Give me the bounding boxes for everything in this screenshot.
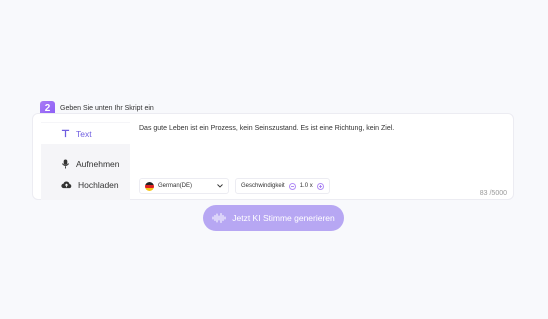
- de-flag-icon: [145, 181, 154, 191]
- tab-record[interactable]: Aufnehmen: [41, 153, 130, 174]
- language-value: German(DE): [158, 183, 193, 189]
- generate-button-label: Jetzt KI Stimme generieren: [232, 213, 335, 223]
- soundwave-icon: [212, 213, 226, 223]
- character-count: 83 /5000: [479, 190, 507, 197]
- tab-text[interactable]: Text: [41, 123, 130, 144]
- script-textarea[interactable]: Das gute Leben ist ein Prozess, kein Sei…: [139, 124, 499, 134]
- input-mode-sidebar: Text Aufnehmen Hochladen: [41, 122, 130, 200]
- plus-icon: [318, 184, 322, 188]
- microphone-icon: [61, 159, 70, 168]
- tab-record-label: Aufnehmen: [76, 158, 120, 169]
- text-icon: [61, 129, 70, 138]
- minus-icon: [290, 185, 294, 187]
- chevron-down-icon: [217, 184, 223, 188]
- cloud-upload-icon: [61, 181, 72, 189]
- tab-upload[interactable]: Hochladen: [41, 174, 130, 195]
- speed-decrease-button[interactable]: [288, 182, 296, 190]
- language-select[interactable]: German(DE): [139, 178, 229, 194]
- page: 2 Geben Sie unten Ihr Skript ein Text Au…: [0, 0, 548, 319]
- speed-control: Geschwindigkeit 1.0 x: [235, 178, 330, 194]
- speed-increase-button[interactable]: [316, 182, 324, 190]
- script-panel: Text Aufnehmen Hochladen Das gute Leben …: [32, 113, 514, 200]
- step-label: Geben Sie unten Ihr Skript ein: [60, 105, 154, 112]
- generate-voice-button[interactable]: Jetzt KI Stimme generieren: [203, 205, 344, 231]
- voice-controls: German(DE) Geschwindigkeit 1.0 x: [139, 178, 330, 194]
- speed-value: 1.0 x: [299, 183, 313, 189]
- tab-text-label: Text: [76, 128, 92, 139]
- speed-label: Geschwindigkeit: [241, 183, 285, 189]
- tab-upload-label: Hochladen: [78, 179, 119, 190]
